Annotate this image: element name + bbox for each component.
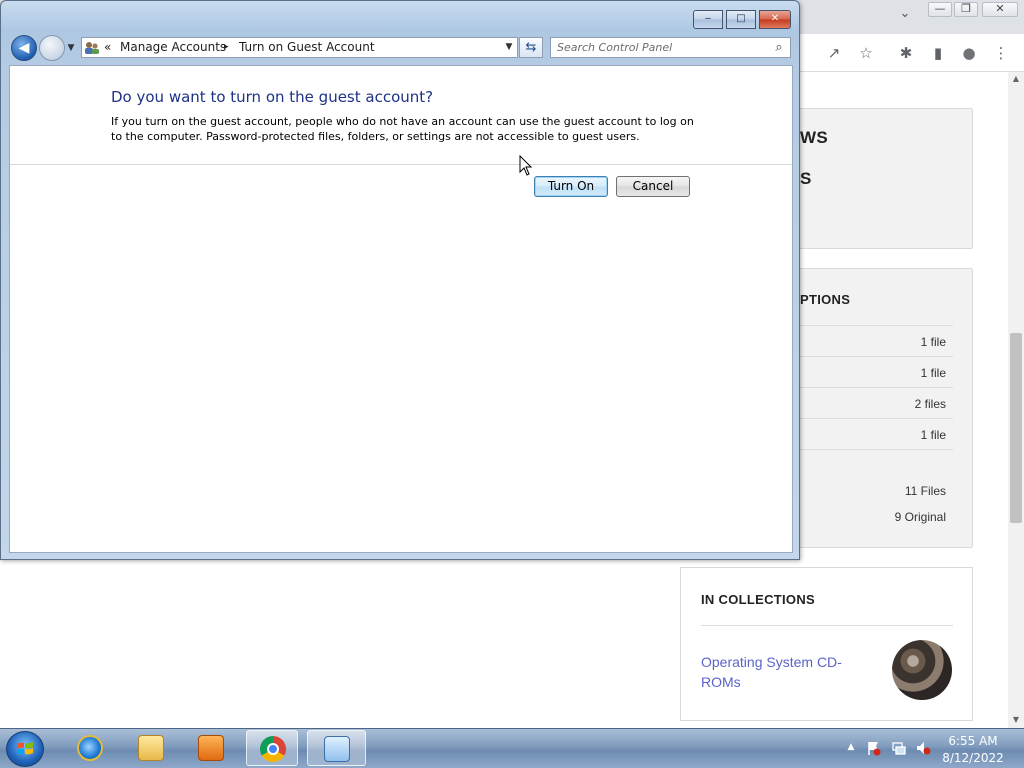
volume-muted-icon[interactable]: [915, 740, 931, 756]
refresh-button[interactable]: ⇆: [519, 37, 543, 58]
collections-divider: [701, 625, 953, 626]
bookmark-star-icon[interactable]: ☆: [855, 43, 877, 63]
total-files[interactable]: 11 Files: [800, 484, 946, 498]
tab-search-dropdown-icon[interactable]: ⌄: [896, 6, 914, 24]
file-count[interactable]: 1 file: [800, 428, 946, 442]
scroll-up-arrow-icon[interactable]: ▲: [1008, 72, 1024, 86]
folder-icon: [138, 735, 164, 761]
window-caption-buttons: ‒ □ ✕: [693, 10, 792, 30]
taskbar-control-panel[interactable]: [307, 730, 366, 766]
back-arrow-icon: ◀: [18, 40, 30, 56]
search-input[interactable]: [557, 40, 762, 55]
windows-logo-icon: [17, 742, 33, 755]
extensions-icon[interactable]: ✱: [895, 43, 917, 63]
cancel-button[interactable]: Cancel: [616, 176, 690, 197]
file-count[interactable]: 1 file: [800, 335, 946, 349]
search-box[interactable]: ⌕: [550, 37, 791, 58]
dialog-body-text: If you turn on the guest account, people…: [111, 115, 694, 143]
collection-link[interactable]: Operating System CD-ROMs: [701, 652, 861, 692]
back-button[interactable]: ◀: [11, 35, 37, 61]
search-icon[interactable]: ⌕: [771, 40, 787, 55]
download-options-title: PTIONS: [800, 292, 851, 307]
dialog-title: Do you want to turn on the guest account…: [111, 88, 434, 106]
user-accounts-icon: [84, 40, 100, 55]
show-hidden-icons-icon[interactable]: ▲: [845, 740, 857, 754]
original-count[interactable]: 9 Original: [800, 510, 946, 524]
breadcrumb-overflow-icon[interactable]: «: [104, 40, 111, 55]
breadcrumb-turn-on-guest-account[interactable]: Turn on Guest Account: [239, 40, 375, 55]
card-heading-fragment: WS: [800, 128, 828, 147]
collections-card: IN COLLECTIONS Operating System CD-ROMs: [680, 567, 973, 721]
dialog-separator: [10, 164, 792, 165]
row-divider: [800, 325, 953, 326]
control-panel-window: ‒ □ ✕ ◀ ▼ « Manage Accounts ▸ Turn on Gu…: [0, 0, 800, 560]
share-icon[interactable]: ↗: [823, 43, 845, 63]
taskbar-media-player[interactable]: [185, 730, 237, 766]
scrollbar-thumb[interactable]: [1010, 333, 1022, 523]
taskbar-internet-explorer[interactable]: [64, 730, 116, 766]
control-panel-icon: [324, 736, 350, 762]
clock-date: 8/12/2022: [942, 751, 1004, 765]
clock-time: 6:55 AM: [948, 734, 998, 748]
breadcrumb-separator-icon[interactable]: ▸: [224, 40, 229, 55]
breadcrumb-manage-accounts[interactable]: Manage Accounts: [120, 40, 226, 55]
recent-pages-dropdown-icon[interactable]: ▼: [65, 41, 77, 55]
row-divider: [800, 418, 953, 419]
file-count[interactable]: 2 files: [800, 397, 946, 411]
address-bar[interactable]: « Manage Accounts ▸ Turn on Guest Accoun…: [81, 37, 518, 58]
row-divider: [800, 387, 953, 388]
side-panel-icon[interactable]: ▮: [927, 43, 949, 63]
refresh-icon: ⇆: [525, 40, 537, 55]
taskbar-chrome[interactable]: [246, 730, 298, 766]
address-dropdown-icon[interactable]: ▼: [502, 40, 516, 55]
action-center-flag-icon[interactable]: [866, 740, 882, 756]
chrome-icon: [260, 736, 286, 762]
scroll-down-arrow-icon[interactable]: ▼: [1008, 713, 1024, 727]
card-heading-fragment: S: [800, 169, 812, 188]
dialog-content: Do you want to turn on the guest account…: [9, 65, 793, 553]
collection-thumbnail[interactable]: [892, 640, 952, 700]
turn-on-button[interactable]: Turn On: [534, 176, 608, 197]
media-player-icon: [198, 735, 224, 761]
collections-title: IN COLLECTIONS: [701, 592, 815, 607]
minimize-button[interactable]: ‒: [693, 10, 723, 29]
forward-button[interactable]: [39, 35, 65, 61]
internet-explorer-icon: [77, 735, 103, 761]
file-count[interactable]: 1 file: [800, 366, 946, 380]
maximize-button[interactable]: □: [726, 10, 756, 29]
close-button[interactable]: ✕: [759, 10, 791, 29]
browser-close-button[interactable]: ✕: [982, 2, 1018, 17]
network-icon[interactable]: [891, 740, 907, 756]
browser-menu-icon[interactable]: ⋮: [990, 43, 1012, 63]
row-divider: [800, 356, 953, 357]
taskbar-clock[interactable]: 6:55 AM 8/12/2022: [940, 733, 1006, 767]
row-divider: [800, 449, 953, 450]
browser-minimize-button[interactable]: —: [928, 2, 952, 17]
browser-restore-button[interactable]: ❐: [954, 2, 978, 17]
mouse-cursor-icon: [519, 155, 533, 176]
profile-avatar-icon[interactable]: ●: [958, 43, 980, 63]
taskbar-file-explorer[interactable]: [125, 730, 177, 766]
